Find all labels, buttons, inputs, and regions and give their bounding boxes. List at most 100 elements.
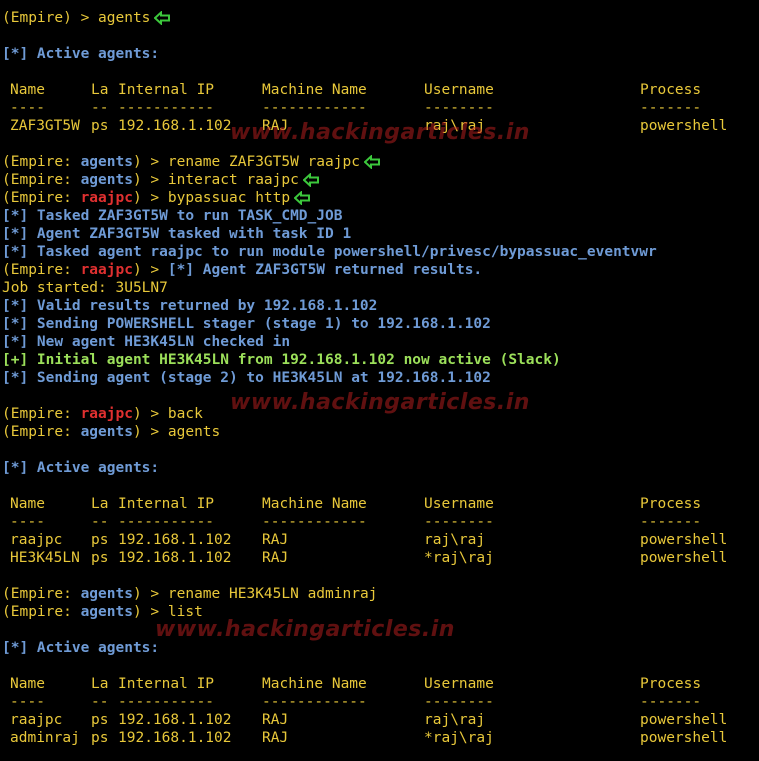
terminal-line: [*] Valid results returned by 192.168.1.… [2, 297, 759, 315]
terminal-line: [*] Sending agent (stage 2) to HE3K45LN … [2, 369, 759, 387]
table-cell: Name [10, 82, 45, 98]
table-cell: Username [424, 82, 494, 98]
command-text: interact raajpc [167, 172, 299, 188]
terminal-line: [*] Active agents: [2, 45, 759, 63]
terminal-line: (Empire: agents) > agents [2, 423, 759, 441]
command-text: rename ZAF3GT5W raajpc [167, 154, 360, 170]
green-left-arrow-icon [294, 191, 311, 205]
table-cell: -------- [424, 514, 494, 530]
command-text: bypassuac http [167, 190, 291, 206]
table-cell: powershell [640, 550, 728, 566]
terminal-line: Job started: 3U5LN7 [2, 279, 759, 297]
table-cell: -------- [424, 100, 494, 116]
table-cell: Name [10, 676, 45, 692]
table-cell: -- [91, 100, 109, 116]
green-left-arrow-icon [363, 155, 380, 169]
table-cell: La [91, 496, 109, 512]
terminal-line: [*] Tasked ZAF3GT5W to run TASK_CMD_JOB [2, 207, 759, 225]
table-cell: RAJ [262, 550, 289, 566]
prompt-sep: : [63, 406, 81, 422]
prompt-prefix: (Empire [2, 154, 64, 170]
command-text: agents [167, 424, 221, 440]
table-cell: ----------- [118, 100, 215, 116]
command-text: agents [98, 10, 151, 26]
table-cell: powershell [640, 532, 728, 548]
table-cell: Internal IP [118, 496, 215, 512]
prompt-sep: : [63, 604, 81, 620]
terminal-line: ---- -- ----------- ------------ -------- ---… [2, 513, 759, 531]
table-cell: ---- [10, 694, 45, 710]
table-cell: ------- [640, 514, 702, 530]
prompt-sep: : [63, 424, 81, 440]
prompt-context: agents [80, 586, 133, 602]
table-cell: ----------- [118, 694, 215, 710]
info-message: [*] Sending POWERSHELL stager (stage 1) … [2, 316, 491, 332]
table-cell: *raj\raj [424, 730, 494, 746]
prompt-prefix: (Empire [2, 406, 64, 422]
prompt-context: raajpc [80, 190, 133, 206]
terminal-line: [*] New agent HE3K45LN checked in [2, 333, 759, 351]
table-cell: ps [91, 118, 109, 134]
table-cell: ------- [640, 100, 702, 116]
prompt-sep: : [63, 190, 81, 206]
info-message: [*] Valid results returned by 192.168.1.… [2, 298, 378, 314]
table-cell: ------------ [262, 694, 367, 710]
prompt-prefix: (Empire [2, 586, 64, 602]
prompt-context: agents [80, 604, 133, 620]
prompt-context: raajpc [80, 406, 133, 422]
info-message: [*] New agent HE3K45LN checked in [2, 334, 291, 350]
success-message: [+] Initial agent HE3K45LN from 192.168.… [2, 352, 561, 368]
prompt-context: agents [80, 154, 133, 170]
table-cell: Process [640, 676, 702, 692]
terminal-line: Name La Internal IP Machine Name Username Pro… [2, 675, 759, 693]
terminal-line: (Empire: agents) > rename HE3K45LN admin… [2, 585, 759, 603]
prompt-suffix: ) > [132, 190, 168, 206]
prompt-suffix: ) > [132, 406, 168, 422]
prompt-prefix: (Empire [2, 172, 64, 188]
table-cell: 192.168.1.102 [118, 532, 232, 548]
terminal-line: Name La Internal IP Machine Name Username Pro… [2, 81, 759, 99]
terminal-line: [*] Sending POWERSHELL stager (stage 1) … [2, 315, 759, 333]
table-cell: *raj\raj [424, 550, 494, 566]
table-cell: HE3K45LN [10, 550, 80, 566]
terminal-line: adminraj ps 192.168.1.102 RAJ *raj\raj powers… [2, 729, 759, 747]
table-cell: raj\raj [424, 532, 486, 548]
prompt-sep: : [63, 262, 81, 278]
terminal-line: [*] Tasked agent raajpc to run module po… [2, 243, 759, 261]
table-cell: 192.168.1.102 [118, 712, 232, 728]
table-cell: 192.168.1.102 [118, 118, 232, 134]
prompt-context: agents [80, 424, 133, 440]
prompt-suffix: ) > [132, 424, 168, 440]
table-cell: RAJ [262, 532, 289, 548]
green-left-arrow-icon [302, 173, 319, 187]
table-cell: ---- [10, 100, 45, 116]
table-cell: ZAF3GT5W [10, 118, 80, 134]
terminal-line: [*] Agent ZAF3GT5W tasked with task ID 1 [2, 225, 759, 243]
table-cell: raj\raj [424, 712, 486, 728]
terminal-line: raajpc ps 192.168.1.102 RAJ raj\raj powershel… [2, 711, 759, 729]
table-cell: Internal IP [118, 676, 215, 692]
command-output: [*] Agent ZAF3GT5W returned results. [167, 262, 483, 278]
prompt-sep: : [63, 586, 81, 602]
prompt-suffix: ) > [132, 172, 168, 188]
terminal-line: (Empire: raajpc) > [*] Agent ZAF3GT5W re… [2, 261, 759, 279]
table-cell: RAJ [262, 712, 289, 728]
table-cell: powershell [640, 712, 728, 728]
terminal-line: (Empire) > agents [2, 9, 759, 27]
table-cell: raajpc [10, 532, 63, 548]
table-cell: Process [640, 496, 702, 512]
terminal-line: ---- -- ----------- ------------ -------- ---… [2, 99, 759, 117]
watermark: www.hackingarticles.in [155, 617, 455, 642]
table-cell: 192.168.1.102 [118, 550, 232, 566]
table-cell: ---- [10, 514, 45, 530]
prompt-sep: : [63, 154, 81, 170]
command-text: back [167, 406, 203, 422]
prompt-prefix: (Empire [2, 262, 64, 278]
table-cell: ps [91, 730, 109, 746]
info-message: [*] Active agents: [2, 46, 160, 62]
